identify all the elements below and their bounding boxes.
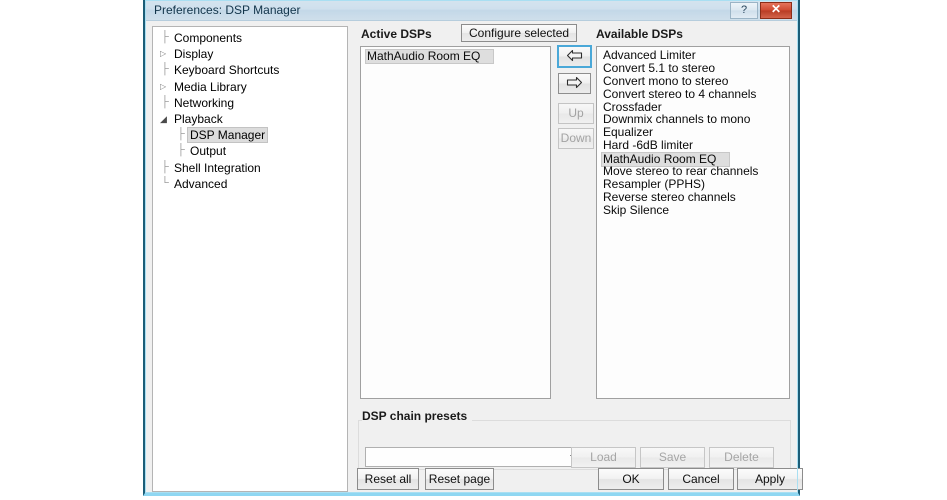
available-dsp-item[interactable]: Convert 5.1 to stereo bbox=[597, 60, 789, 75]
active-dsps-label: Active DSPs bbox=[361, 27, 432, 41]
available-dsp-item-label: Convert 5.1 to stereo bbox=[603, 60, 716, 75]
sidebar-item-display[interactable]: ▷ Display bbox=[153, 47, 347, 62]
available-dsps-label: Available DSPs bbox=[596, 27, 683, 41]
sidebar-item-label: Playback bbox=[174, 111, 223, 126]
sidebar-item-networking[interactable]: ├ Networking bbox=[153, 95, 347, 111]
sidebar-item-label: DSP Manager bbox=[187, 127, 269, 144]
load-preset-button[interactable]: Load bbox=[571, 447, 636, 468]
tree-connector: ├ bbox=[161, 31, 169, 43]
move-left-button[interactable] bbox=[557, 45, 592, 68]
sidebar-item-label: Output bbox=[190, 144, 227, 159]
tree-collapsed-icon[interactable]: ▷ bbox=[160, 82, 166, 91]
tree-connector: ├ bbox=[161, 95, 169, 108]
sidebar-item-media-library[interactable]: ▷ Media Library bbox=[153, 79, 347, 95]
close-icon: ✕ bbox=[770, 2, 782, 16]
sidebar-item-components[interactable]: ├ Components bbox=[153, 31, 347, 46]
available-dsp-item-label: Reverse stereo channels bbox=[603, 189, 736, 204]
available-dsp-item[interactable]: Reverse stereo channels bbox=[597, 189, 789, 204]
client-area: ├ Components ▷ Display ├ Keyboard Shortcuts ▷ M… bbox=[146, 22, 803, 492]
available-dsp-item-label: Hard -6dB limiter bbox=[603, 138, 694, 153]
sidebar-item-shell-integration[interactable]: ├ Shell Integration bbox=[153, 160, 347, 176]
help-icon: ? bbox=[740, 4, 748, 16]
tree-connector: ├ bbox=[161, 160, 169, 173]
sidebar-item-label: Networking bbox=[174, 95, 235, 110]
sidebar-item-keyboard-shortcuts[interactable]: ├ Keyboard Shortcuts bbox=[153, 63, 347, 78]
reset-page-button[interactable]: Reset page bbox=[425, 468, 494, 490]
available-dsp-item[interactable]: Move stereo to rear channels bbox=[597, 165, 789, 178]
move-right-button[interactable] bbox=[558, 73, 591, 94]
tree-connector: └ bbox=[161, 176, 169, 189]
sidebar-item-playback[interactable]: ◢ Playback bbox=[153, 111, 347, 127]
tree-expanded-icon[interactable]: ◢ bbox=[160, 114, 167, 125]
save-preset-button[interactable]: Save bbox=[640, 447, 705, 468]
available-dsp-item[interactable]: Convert mono to stereo bbox=[597, 73, 789, 88]
sidebar-item-label: Display bbox=[174, 47, 214, 62]
tree-connector: ├ bbox=[177, 128, 185, 141]
available-dsp-item[interactable]: Convert stereo to 4 channels bbox=[597, 86, 789, 101]
reset-all-button[interactable]: Reset all bbox=[357, 468, 419, 490]
preferences-window: Preferences: DSP Manager ? ✕ ├ Components… bbox=[143, 0, 803, 496]
configure-selected-button[interactable]: Configure selected bbox=[461, 24, 578, 42]
title-bar[interactable]: Preferences: DSP Manager ? ✕ bbox=[145, 0, 798, 21]
sidebar-item-label: Media Library bbox=[174, 79, 247, 94]
cancel-button[interactable]: Cancel bbox=[668, 468, 734, 490]
available-dsp-item[interactable]: Resampler (PPHS) bbox=[597, 178, 789, 191]
arrow-left-icon bbox=[566, 50, 583, 62]
settings-tree[interactable]: ├ Components ▷ Display ├ Keyboard Shortcuts ▷ M… bbox=[152, 26, 348, 492]
sidebar-item-label: Components bbox=[174, 31, 243, 45]
sidebar-item-label: Keyboard Shortcuts bbox=[174, 63, 280, 78]
available-dsp-item[interactable]: Skip Silence bbox=[597, 202, 789, 217]
window-title: Preferences: DSP Manager bbox=[154, 3, 301, 17]
dsp-chain-presets-label: DSP chain presets bbox=[362, 409, 473, 423]
available-dsp-item[interactable]: Advanced Limiter bbox=[597, 49, 789, 62]
move-up-button[interactable]: Up bbox=[558, 103, 594, 124]
arrow-right-icon bbox=[566, 77, 583, 89]
available-dsps-list[interactable]: Advanced Limiter Convert 5.1 to stereo Con… bbox=[596, 46, 790, 399]
move-down-button[interactable]: Down bbox=[558, 128, 594, 149]
tree-connector: ├ bbox=[177, 144, 185, 157]
available-dsp-item-label: Convert mono to stereo bbox=[603, 73, 729, 88]
tree-collapsed-icon[interactable]: ▷ bbox=[160, 49, 166, 58]
available-dsp-item-label: Move stereo to rear channels bbox=[603, 164, 759, 179]
sidebar-item-advanced[interactable]: └ Advanced bbox=[153, 176, 347, 192]
active-dsp-item[interactable]: MathAudio Room EQ bbox=[361, 49, 550, 64]
sidebar-item-label: Advanced bbox=[174, 176, 228, 191]
available-dsp-item-label: Convert stereo to 4 channels bbox=[603, 86, 757, 101]
sidebar-item-label: Shell Integration bbox=[174, 160, 261, 175]
tree-connector: ├ bbox=[161, 63, 169, 76]
apply-button[interactable]: Apply bbox=[737, 468, 803, 490]
active-dsp-item-label: MathAudio Room EQ bbox=[365, 49, 494, 64]
available-dsp-item-label: Advanced Limiter bbox=[603, 48, 696, 62]
help-button[interactable]: ? bbox=[730, 2, 758, 19]
available-dsp-item[interactable]: Hard -6dB limiter bbox=[597, 139, 789, 152]
sidebar-item-dsp-manager[interactable]: ├ DSP Manager bbox=[153, 127, 347, 144]
preset-combobox[interactable] bbox=[365, 447, 587, 467]
active-dsps-list[interactable]: MathAudio Room EQ bbox=[360, 46, 551, 399]
sidebar-item-output[interactable]: ├ Output bbox=[153, 144, 347, 159]
available-dsp-item-label: Skip Silence bbox=[603, 202, 670, 217]
available-dsp-item-label: Resampler (PPHS) bbox=[603, 176, 706, 191]
close-button[interactable]: ✕ bbox=[760, 2, 792, 19]
ok-button[interactable]: OK bbox=[598, 468, 664, 490]
delete-preset-button[interactable]: Delete bbox=[709, 447, 774, 468]
